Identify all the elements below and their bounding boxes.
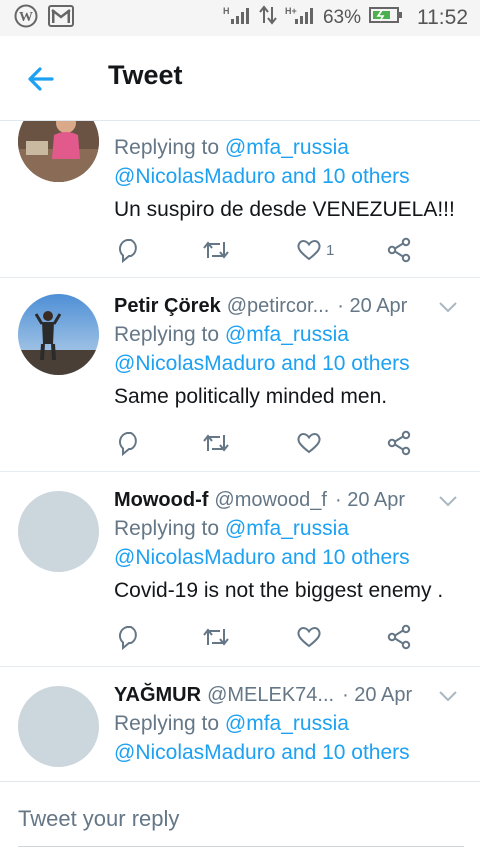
- arrow-left-icon: [28, 67, 54, 91]
- heart-icon: [297, 433, 321, 454]
- share-icon: [387, 237, 411, 263]
- wordpress-icon: W: [14, 4, 38, 33]
- data-arrows-icon: [259, 5, 277, 31]
- display-name[interactable]: YAĞMUR: [114, 684, 201, 707]
- share-button[interactable]: [386, 235, 412, 265]
- display-name[interactable]: Petir Çörek: [114, 295, 221, 318]
- user-handle[interactable]: @mowood_f: [214, 489, 327, 512]
- share-icon: [387, 430, 411, 456]
- svg-text:W: W: [19, 10, 33, 25]
- replying-to: Replying to @mfa_russia: [114, 133, 464, 162]
- comment-icon: [118, 239, 137, 263]
- timestamp: · 20 Apr: [342, 683, 413, 706]
- signal-h-icon: H: [223, 5, 251, 31]
- like-button[interactable]: 1: [296, 235, 334, 265]
- avatar[interactable]: [18, 121, 99, 182]
- reply-input[interactable]: Tweet your reply: [18, 806, 179, 832]
- replying-to: Replying to @mfa_russia: [114, 514, 464, 543]
- replying-to-label: Replying to: [114, 323, 220, 346]
- comment-button[interactable]: [116, 428, 142, 458]
- retweet-button[interactable]: [202, 235, 230, 265]
- mention-others-link[interactable]: @NicolasMaduro and 10 others: [114, 349, 464, 378]
- heart-icon: [297, 627, 321, 648]
- timestamp: · 20 Apr: [334, 488, 406, 511]
- more-options-button[interactable]: [438, 494, 458, 508]
- mention-others-link[interactable]: @NicolasMaduro and 10 others: [114, 543, 464, 572]
- battery-percent: 63%: [322, 7, 361, 28]
- back-button[interactable]: [24, 62, 58, 96]
- mention-link[interactable]: @mfa_russia: [225, 323, 349, 346]
- page-title: Tweet: [108, 60, 183, 90]
- retweet-icon: [203, 241, 229, 259]
- clock: 11:52: [417, 6, 468, 29]
- retweet-button[interactable]: [202, 428, 230, 458]
- timestamp: · 20 Apr: [337, 294, 408, 317]
- chevron-down-icon: [439, 691, 457, 702]
- replying-to-label: Replying to: [114, 517, 220, 540]
- share-button[interactable]: [386, 428, 412, 458]
- svg-text:H+: H+: [285, 6, 297, 16]
- share-icon: [387, 624, 411, 650]
- user-handle[interactable]: @petircor...: [227, 295, 330, 318]
- chevron-down-icon: [439, 496, 457, 507]
- comment-button[interactable]: [116, 235, 142, 265]
- more-options-button[interactable]: [438, 689, 458, 703]
- user-handle[interactable]: @MELEK74...: [207, 684, 334, 707]
- reply-text: Covid-19 is not the biggest enemy .: [114, 579, 444, 602]
- reply-item[interactable]: Replying to @mfa_russia @NicolasMaduro a…: [0, 121, 480, 278]
- reply-item[interactable]: Mowood-f @mowood_f · 20 Apr Replying to …: [0, 472, 480, 667]
- reply-header: Petir Çörek @petircor... · 20 Apr: [114, 292, 464, 320]
- like-button[interactable]: [296, 622, 322, 652]
- battery-icon: [369, 6, 403, 30]
- mention-link[interactable]: @mfa_russia: [225, 136, 349, 159]
- comment-icon: [118, 432, 137, 456]
- reply-text: Un suspiro de desde VENEZUELA!!!: [114, 198, 455, 221]
- replying-to: Replying to @mfa_russia: [114, 709, 464, 738]
- mention-link[interactable]: @mfa_russia: [225, 517, 349, 540]
- like-count: 1: [326, 241, 335, 259]
- mention-link[interactable]: @mfa_russia: [225, 712, 349, 735]
- replies-list[interactable]: Replying to @mfa_russia @NicolasMaduro a…: [0, 121, 480, 780]
- share-button[interactable]: [386, 622, 412, 652]
- chevron-down-icon: [439, 302, 457, 313]
- heart-icon: [297, 240, 321, 261]
- more-options-button[interactable]: [438, 300, 458, 314]
- replying-to-label: Replying to: [114, 712, 220, 735]
- retweet-icon: [203, 628, 229, 646]
- like-button[interactable]: [296, 428, 322, 458]
- reply-text: Same politically minded men.: [114, 385, 388, 408]
- status-bar: W H H+ 63% 11:52: [0, 0, 480, 36]
- retweet-button[interactable]: [202, 622, 230, 652]
- reply-header: YAĞMUR @MELEK74... · 20 Apr: [114, 681, 464, 709]
- comment-icon: [118, 626, 137, 650]
- display-name[interactable]: Mowood-f: [114, 489, 208, 512]
- reply-item[interactable]: Petir Çörek @petircor... · 20 Apr Replyi…: [0, 278, 480, 472]
- retweet-icon: [203, 434, 229, 452]
- comment-button[interactable]: [116, 622, 142, 652]
- mention-others-link[interactable]: @NicolasMaduro and 10 others: [114, 162, 464, 191]
- avatar[interactable]: [18, 294, 99, 375]
- avatar[interactable]: [18, 491, 99, 572]
- mention-others-link[interactable]: @NicolasMaduro and 10 others: [114, 738, 464, 767]
- input-underline: [18, 846, 464, 847]
- avatar[interactable]: [18, 686, 99, 767]
- gmail-icon: [48, 4, 74, 32]
- replying-to: Replying to @mfa_russia: [114, 320, 464, 349]
- app-bar: Tweet: [0, 36, 480, 121]
- replying-to-label: Replying to: [114, 136, 220, 159]
- reply-composer: Tweet your reply: [0, 781, 480, 855]
- svg-text:H: H: [223, 6, 230, 16]
- reply-header: Mowood-f @mowood_f · 20 Apr: [114, 486, 464, 514]
- reply-item[interactable]: YAĞMUR @MELEK74... · 20 Apr Replying to …: [0, 667, 480, 780]
- signal-h-plus-icon: H+: [285, 5, 315, 31]
